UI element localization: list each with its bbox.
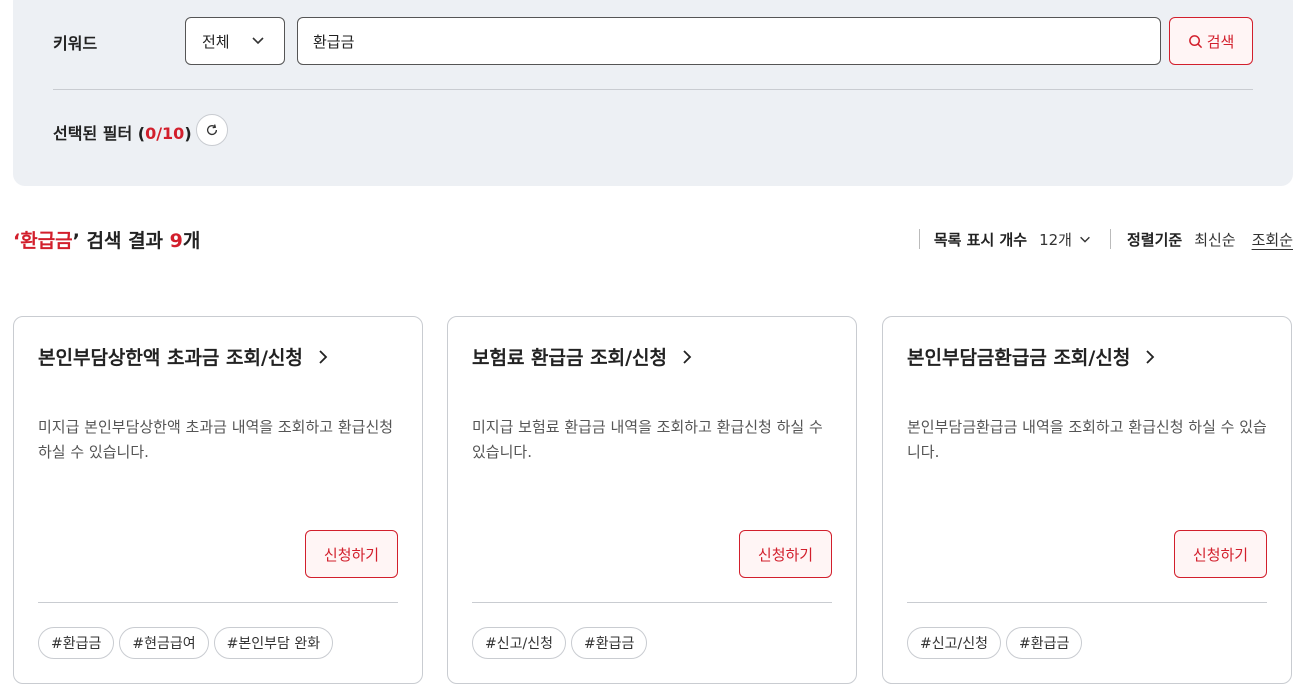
result-summary: ‘환급금’ 검색 결과 9개 xyxy=(13,226,200,253)
card-divider xyxy=(38,602,398,603)
card-description: 미지급 보험료 환급금 내역을 조회하고 환급신청 하실 수 있습니다. xyxy=(472,418,823,461)
sort-views[interactable]: 조회순 xyxy=(1252,229,1293,250)
card-tags: #신고/신청 #환급금 xyxy=(907,627,1083,659)
reset-filter-button[interactable] xyxy=(196,114,228,146)
service-card: 보험료 환급금 조회/신청 미지급 보험료 환급금 내역을 조회하고 환급신청 … xyxy=(447,316,857,684)
apply-button[interactable]: 신청하기 xyxy=(1174,530,1267,578)
divider xyxy=(1109,229,1111,249)
card-tags: #환급금 #현금급여 #본인부담 완화 xyxy=(38,627,334,659)
search-input[interactable] xyxy=(297,17,1161,65)
chevron-right-icon xyxy=(1146,349,1155,364)
result-unit: 개 xyxy=(182,230,201,252)
page-size-label: 목록 표시 개수 xyxy=(933,230,1028,249)
card-title-link[interactable]: 본인부담상한액 초과금 조회/신청 xyxy=(38,343,331,370)
card-title: 본인부담상한액 초과금 조회/신청 xyxy=(38,347,303,369)
result-count: 9 xyxy=(169,230,183,252)
tag-chip[interactable]: #환급금 xyxy=(570,627,648,659)
result-quote-close: ’ xyxy=(72,230,80,252)
list-controls: 목록 표시 개수 12개 정렬기준 최신순 조회순 xyxy=(918,228,1293,250)
sort-latest[interactable]: 최신순 xyxy=(1194,229,1235,250)
card-description: 본인부담금환급금 내역을 조회하고 환급신청 하실 수 있습니다. xyxy=(907,418,1267,461)
chevron-right-icon xyxy=(683,349,692,364)
tag-chip[interactable]: #환급금 xyxy=(38,627,115,659)
result-keyword: 환급금 xyxy=(20,230,73,252)
tag-chip[interactable]: #신고/신청 xyxy=(472,627,566,659)
refresh-icon xyxy=(206,124,218,136)
chevron-right-icon xyxy=(319,349,328,364)
search-button[interactable]: 검색 xyxy=(1169,17,1253,65)
apply-button[interactable]: 신청하기 xyxy=(305,530,398,578)
selected-filter-close: ) xyxy=(184,124,192,143)
selected-filter-count: 0/10 xyxy=(145,124,185,143)
chevron-down-icon xyxy=(1080,236,1090,243)
scope-select[interactable]: 전체 xyxy=(185,17,285,65)
card-title: 본인부담금환급금 조회/신청 xyxy=(907,347,1131,369)
selected-filter-label: 선택된 필터 (0/10) xyxy=(53,120,192,144)
page-size-select[interactable]: 12개 xyxy=(1039,229,1092,250)
tag-chip[interactable]: #환급금 xyxy=(1005,627,1083,659)
divider xyxy=(918,229,920,249)
chevron-down-icon xyxy=(252,37,264,45)
card-divider xyxy=(907,602,1267,603)
search-filter-panel: 키워드 전체 검색 선택된 필터 (0/10) xyxy=(13,0,1293,186)
tag-chip[interactable]: #본인부담 완화 xyxy=(213,627,334,659)
card-description: 미지급 본인부담상한액 초과금 내역을 조회하고 환급신청 하실 수 있습니다. xyxy=(38,418,394,461)
card-title-link[interactable]: 보험료 환급금 조회/신청 xyxy=(472,343,695,370)
page-size-value: 12개 xyxy=(1039,230,1072,249)
card-divider xyxy=(472,602,832,603)
sort-label: 정렬기준 xyxy=(1126,230,1183,249)
apply-button[interactable]: 신청하기 xyxy=(739,530,832,578)
tag-chip[interactable]: #신고/신청 xyxy=(907,627,1001,659)
card-title: 보험료 환급금 조회/신청 xyxy=(472,347,667,369)
card-title-link[interactable]: 본인부담금환급금 조회/신청 xyxy=(907,343,1158,370)
result-text: 검색 결과 xyxy=(79,230,170,252)
scope-select-value: 전체 xyxy=(202,32,230,51)
search-icon xyxy=(1188,34,1202,48)
search-button-label: 검색 xyxy=(1206,32,1235,51)
selected-filter-text: 선택된 필터 ( xyxy=(53,124,146,143)
panel-divider xyxy=(53,89,1253,90)
tag-chip[interactable]: #현금급여 xyxy=(119,627,209,659)
service-card: 본인부담상한액 초과금 조회/신청 미지급 본인부담상한액 초과금 내역을 조회… xyxy=(13,316,423,684)
service-card: 본인부담금환급금 조회/신청 본인부담금환급금 내역을 조회하고 환급신청 하실… xyxy=(882,316,1292,684)
keyword-label: 키워드 xyxy=(53,34,98,53)
card-tags: #신고/신청 #환급금 xyxy=(472,627,648,659)
